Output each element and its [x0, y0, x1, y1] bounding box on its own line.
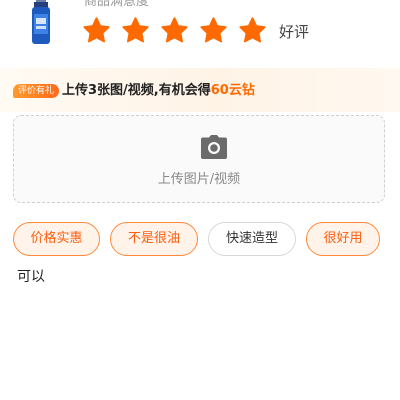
star-icon[interactable]: [121, 16, 150, 45]
promo-text-prefix: 上传3张图/视频,有机会得: [62, 83, 211, 98]
promo-text: 上传3张图/视频,有机会得60云钻: [62, 82, 255, 100]
quick-tags: 价格实惠 不是很油 快速造型 很好用: [13, 222, 387, 258]
comment-input[interactable]: 可以: [17, 266, 45, 286]
rating-text: 好评: [279, 23, 310, 41]
product-thumbnail: [32, 0, 50, 44]
promo-banner: 评价有礼 上传3张图/视频,有机会得60云钻: [0, 68, 400, 112]
product-rating-row: 商品满意度 好评: [0, 0, 400, 70]
tag-not-oily[interactable]: 不是很油: [110, 222, 198, 256]
star-icon[interactable]: [82, 16, 111, 45]
camera-icon: [201, 135, 227, 159]
tag-price[interactable]: 价格实惠: [13, 222, 100, 256]
star-icon[interactable]: [238, 16, 267, 45]
tag-fast-styling[interactable]: 快速造型: [208, 222, 296, 256]
star-icon[interactable]: [160, 16, 189, 45]
satisfaction-label: 商品满意度: [84, 0, 150, 9]
star-icon[interactable]: [199, 16, 228, 45]
upload-label: 上传图片/视频: [157, 172, 241, 187]
upload-media-button[interactable]: 上传图片/视频: [13, 115, 385, 203]
star-rating[interactable]: [82, 16, 267, 45]
promo-reward: 60云钻: [210, 83, 255, 98]
promo-badge: 评价有礼: [13, 84, 60, 98]
tag-very-useful[interactable]: 很好用: [306, 222, 380, 256]
